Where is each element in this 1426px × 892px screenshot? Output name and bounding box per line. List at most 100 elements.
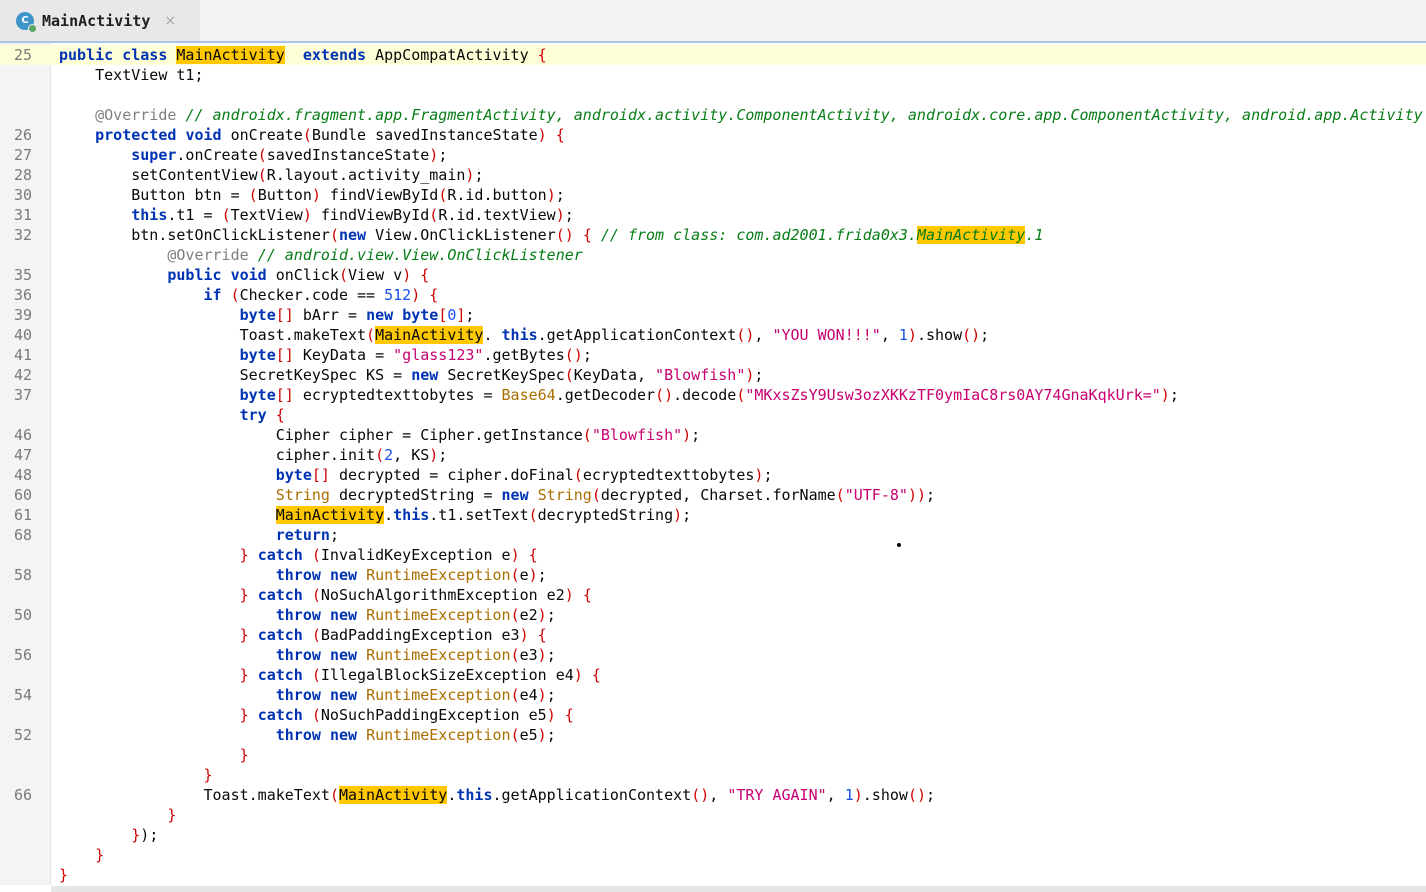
tab-label: MainActivity [42, 11, 151, 30]
code-line[interactable]: 36 if (Checker.code == 512) { [0, 285, 1426, 305]
code-token: { [564, 706, 574, 724]
code-token: findViewById [311, 206, 430, 224]
code-token: btn.setOnClickListener [59, 226, 330, 244]
code-token: ; [555, 186, 565, 204]
code-text: } catch (BadPaddingException e3) { [59, 625, 547, 645]
line-number: 58 [13, 566, 32, 584]
code-token: ; [691, 426, 701, 444]
code-token: e [519, 566, 529, 584]
code-line[interactable]: 37 byte[] ecryptedtexttobytes = Base64.g… [0, 385, 1426, 405]
code-line[interactable]: try { [0, 405, 1426, 425]
code-line[interactable]: }); [0, 825, 1426, 845]
code-token: ) [302, 206, 312, 224]
code-token: catch [257, 586, 312, 604]
code-token: ) [528, 566, 538, 584]
code-line[interactable]: 60 String decryptedString = new String(d… [0, 485, 1426, 505]
code-token: ; [546, 726, 556, 744]
line-number: 36 [13, 286, 32, 304]
code-line[interactable]: } catch (BadPaddingException e3) { [0, 625, 1426, 645]
code-line[interactable]: 47 cipher.init(2, KS); [0, 445, 1426, 465]
code-line[interactable]: 58 throw new RuntimeException(e); [0, 565, 1426, 585]
code-token: () [907, 786, 926, 804]
code-line[interactable]: 50 throw new RuntimeException(e2); [0, 605, 1426, 625]
code-token: catch [257, 626, 312, 644]
code-line[interactable]: 40 Toast.makeText(MainActivity. this.get… [0, 325, 1426, 345]
code-line[interactable]: } [0, 865, 1426, 885]
code-token: byte [239, 346, 276, 364]
tab-mainactivity[interactable]: C MainActivity × [0, 0, 200, 41]
code-token: . [483, 326, 502, 344]
code-token: () [555, 226, 574, 244]
code-editor[interactable]: 25 public class MainActivity extends AppC… [0, 45, 1426, 885]
code-token: ( [311, 706, 321, 724]
code-token: .onCreate [176, 146, 258, 164]
code-line[interactable]: 28 setContentView(R.layout.activity_main… [0, 165, 1426, 185]
code-token: ( [311, 586, 321, 604]
code-token: ) [429, 146, 439, 164]
code-token: ( [510, 606, 520, 624]
code-text: byte[] ecryptedtexttobytes = Base64.getD… [59, 385, 1179, 405]
code-line[interactable]: 46 Cipher cipher = Cipher.getInstance("B… [0, 425, 1426, 445]
code-text: Toast.makeText(MainActivity. this.getApp… [59, 325, 989, 345]
code-token: throw [275, 566, 330, 584]
code-line[interactable] [0, 85, 1426, 105]
code-line[interactable]: 39 byte[] bArr = new byte[0]; [0, 305, 1426, 325]
code-line[interactable]: } catch (IllegalBlockSizeException e4) { [0, 665, 1426, 685]
code-token: () [691, 786, 710, 804]
code-line[interactable]: 35 public void onClick(View v) { [0, 265, 1426, 285]
code-line[interactable]: @Override // androidx.fragment.app.Fragm… [0, 105, 1426, 125]
code-token: onClick [275, 266, 339, 284]
code-line[interactable]: 41 byte[] KeyData = "glass123".getBytes(… [0, 345, 1426, 365]
code-token: byte [239, 386, 276, 404]
code-line[interactable]: } catch (NoSuchAlgorithmException e2) { [0, 585, 1426, 605]
code-line[interactable]: } [0, 845, 1426, 865]
code-line[interactable]: 68 return; [0, 525, 1426, 545]
code-token: TextView [230, 206, 303, 224]
code-line[interactable]: 48 byte[] decrypted = cipher.doFinal(ecr… [0, 465, 1426, 485]
code-text: Button btn = (Button) findViewById(R.id.… [59, 185, 565, 205]
mouse-cursor [897, 543, 901, 547]
code-line[interactable]: } catch (NoSuchPaddingException e5) { [0, 705, 1426, 725]
code-line[interactable]: 61 MainActivity.this.t1.setText(decrypte… [0, 505, 1426, 525]
code-line[interactable]: 30 Button btn = (Button) findViewById(R.… [0, 185, 1426, 205]
horizontal-scrollbar[interactable] [51, 886, 1426, 892]
code-line[interactable]: } [0, 745, 1426, 765]
code-line[interactable]: 26 protected void onCreate(Bundle savedI… [0, 125, 1426, 145]
code-line[interactable]: TextView t1; [0, 65, 1426, 85]
code-line[interactable]: 56 throw new RuntimeException(e3); [0, 645, 1426, 665]
close-icon[interactable]: × [164, 13, 176, 29]
line-number: 41 [13, 346, 32, 364]
code-line[interactable]: 31 this.t1 = (TextView) findViewById(R.i… [0, 205, 1426, 225]
code-token: Checker.code == [239, 286, 385, 304]
code-line[interactable]: 52 throw new RuntimeException(e5); [0, 725, 1426, 745]
code-token: ) [537, 726, 547, 744]
code-line[interactable]: 27 super.onCreate(savedInstanceState); [0, 145, 1426, 165]
code-text: try { [59, 405, 285, 425]
code-token: ; [926, 786, 936, 804]
code-token: 1 [898, 326, 908, 344]
code-line[interactable]: 25 public class MainActivity extends AppC… [0, 45, 1426, 65]
code-line[interactable]: } [0, 805, 1426, 825]
code-text: super.onCreate(savedInstanceState); [59, 145, 447, 165]
code-text: } [59, 805, 176, 825]
code-token: } [239, 626, 249, 644]
code-token: { [528, 546, 538, 564]
code-line[interactable]: 42 SecretKeySpec KS = new SecretKeySpec(… [0, 365, 1426, 385]
code-token: { [537, 46, 547, 64]
code-line[interactable]: } [0, 765, 1426, 785]
code-line[interactable]: @Override // android.view.View.OnClickLi… [0, 245, 1426, 265]
code-line[interactable]: 32 btn.setOnClickListener(new View.OnCli… [0, 225, 1426, 245]
code-token: } [203, 766, 213, 784]
code-token: ( [248, 186, 258, 204]
code-line[interactable]: 54 throw new RuntimeException(e4); [0, 685, 1426, 705]
code-token: , KS [393, 446, 430, 464]
code-line[interactable]: 66 Toast.makeText(MainActivity.this.getA… [0, 785, 1426, 805]
code-line[interactable]: } catch (InvalidKeyException e) { [0, 545, 1426, 565]
